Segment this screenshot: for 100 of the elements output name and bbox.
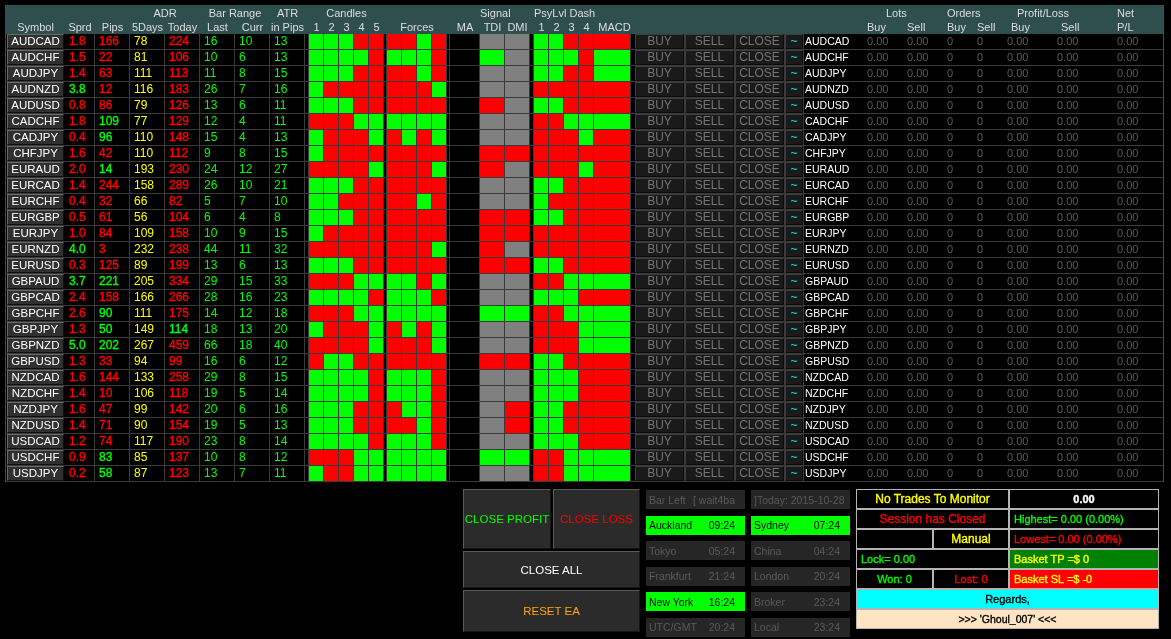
table-cell: 0.00 [1114,50,1163,65]
tilde-button[interactable]: ~ [785,98,803,113]
session-name: Sydney [754,519,790,531]
symbol-button[interactable]: GBPCAD [7,290,64,305]
table-cell: 112 [165,146,199,161]
tilde-button[interactable]: ~ [785,306,803,321]
table-cell: 1.8 [65,34,94,49]
tilde-button[interactable]: ~ [785,322,803,337]
table-cell: 183 [165,82,199,97]
tilde-button[interactable]: ~ [785,354,803,369]
symbol-button[interactable]: GBPUSD [7,354,64,369]
symbol-button[interactable]: AUDUSD [7,98,64,113]
reset-button[interactable]: RESET EA [463,590,640,632]
table-cell: 24 [200,162,234,177]
column-header: Forces [400,21,434,33]
symbol-button[interactable]: EURUSD [7,258,64,273]
table-cell: 111 [130,306,164,321]
table-cell: 10 [200,226,234,241]
tilde-button[interactable]: ~ [785,274,803,289]
symbol-button[interactable]: USDCHF [7,450,64,465]
symbol-button[interactable]: EURGBP [7,210,64,225]
table-cell: 1.3 [65,322,94,337]
status-text: Lowest= 0.00 (0.00%) [1014,533,1122,545]
symbol-button[interactable]: EURNZD [7,242,64,257]
close-loss-button[interactable]: CLOSE LOSS [553,489,640,549]
tilde-button[interactable]: ~ [785,338,803,353]
tilde-button[interactable]: ~ [785,210,803,225]
symbol-button[interactable]: NZDCHF [7,386,64,401]
symbol-button[interactable]: EURAUD [7,162,64,177]
tilde-button[interactable]: ~ [785,434,803,449]
table-cell: 5 [235,386,269,401]
table-cell: 0.2 [65,466,94,481]
table-cell: 94 [130,354,164,369]
symbol-button[interactable]: NZDCAD [7,370,64,385]
close-profit-button[interactable]: CLOSE PROFIT [463,489,551,549]
tilde-button[interactable]: ~ [785,370,803,385]
symbol-button[interactable]: AUDJPY [7,66,64,81]
table-cell: 0.00 [1004,274,1054,289]
close-all-button[interactable]: CLOSE ALL [463,551,640,588]
symbol-button[interactable]: EURCAD [7,178,64,193]
table-cell: 0 [944,466,974,481]
tilde-button[interactable]: ~ [785,34,803,49]
table-cell: 5.0 [65,338,94,353]
tilde-button[interactable]: ~ [785,66,803,81]
column-group-header: ADR [153,7,177,19]
symbol-button[interactable]: EURJPY [7,226,64,241]
tilde-button[interactable]: ~ [785,418,803,433]
tilde-button[interactable]: ~ [785,162,803,177]
table-cell: 0.00 [1114,210,1163,225]
tilde-button[interactable]: ~ [785,114,803,129]
symbol-button[interactable]: USDCAD [7,434,64,449]
status-text: Regards, [985,593,1030,605]
tilde-button[interactable]: ~ [785,450,803,465]
table-cell: 2.6 [65,306,94,321]
symbol-button[interactable]: GBPAUD [7,274,64,289]
symbol-button[interactable]: GBPJPY [7,322,64,337]
symbol-button[interactable]: AUDCAD [7,34,64,49]
table-cell: 13 [270,50,304,65]
table-cell: 232 [130,242,164,257]
tilde-button[interactable]: ~ [785,226,803,241]
tilde-button[interactable]: ~ [785,386,803,401]
table-cell: 14 [270,386,304,401]
table-cell: 33 [95,354,129,369]
symbol-button[interactable]: GBPNZD [7,338,64,353]
table-cell: 0 [944,178,974,193]
table-cell: 0.00 [864,162,904,177]
table-cell: 0.00 [864,402,904,417]
tilde-button[interactable]: ~ [785,50,803,65]
tilde-button[interactable]: ~ [785,82,803,97]
table-cell: 13 [235,322,269,337]
symbol-button[interactable]: USDJPY [7,466,64,481]
table-cell: 0.00 [904,258,944,273]
table-cell: 0.00 [864,178,904,193]
table-cell: 0.00 [1054,274,1114,289]
tilde-button[interactable]: ~ [785,290,803,305]
tilde-button[interactable]: ~ [785,130,803,145]
tilde-button[interactable]: ~ [785,466,803,481]
table-cell: 0.00 [1004,162,1054,177]
symbol-button[interactable]: GBPCHF [7,306,64,321]
tilde-button[interactable]: ~ [785,194,803,209]
status-text: Manual [951,532,991,546]
tilde-button[interactable]: ~ [785,178,803,193]
tilde-button[interactable]: ~ [785,258,803,273]
symbol-button[interactable]: AUDCHF [7,50,64,65]
table-cell: 0.00 [1114,82,1163,97]
symbol-button[interactable]: CADJPY [7,130,64,145]
tilde-button[interactable]: ~ [785,242,803,257]
tilde-button[interactable]: ~ [785,402,803,417]
symbol-button[interactable]: NZDJPY [7,402,64,417]
table-cell: 110 [130,146,164,161]
table-cell: 0.00 [1054,114,1114,129]
tilde-button[interactable]: ~ [785,146,803,161]
symbol-button[interactable]: NZDUSD [7,418,64,433]
table-cell: 0.00 [1114,98,1163,113]
symbol-button[interactable]: AUDNZD [7,82,64,97]
table-cell: 0.00 [904,322,944,337]
symbol-button[interactable]: CHFJPY [7,146,64,161]
symbol-button[interactable]: CADCHF [7,114,64,129]
table-cell: 0 [974,450,1004,465]
symbol-button[interactable]: EURCHF [7,194,64,209]
